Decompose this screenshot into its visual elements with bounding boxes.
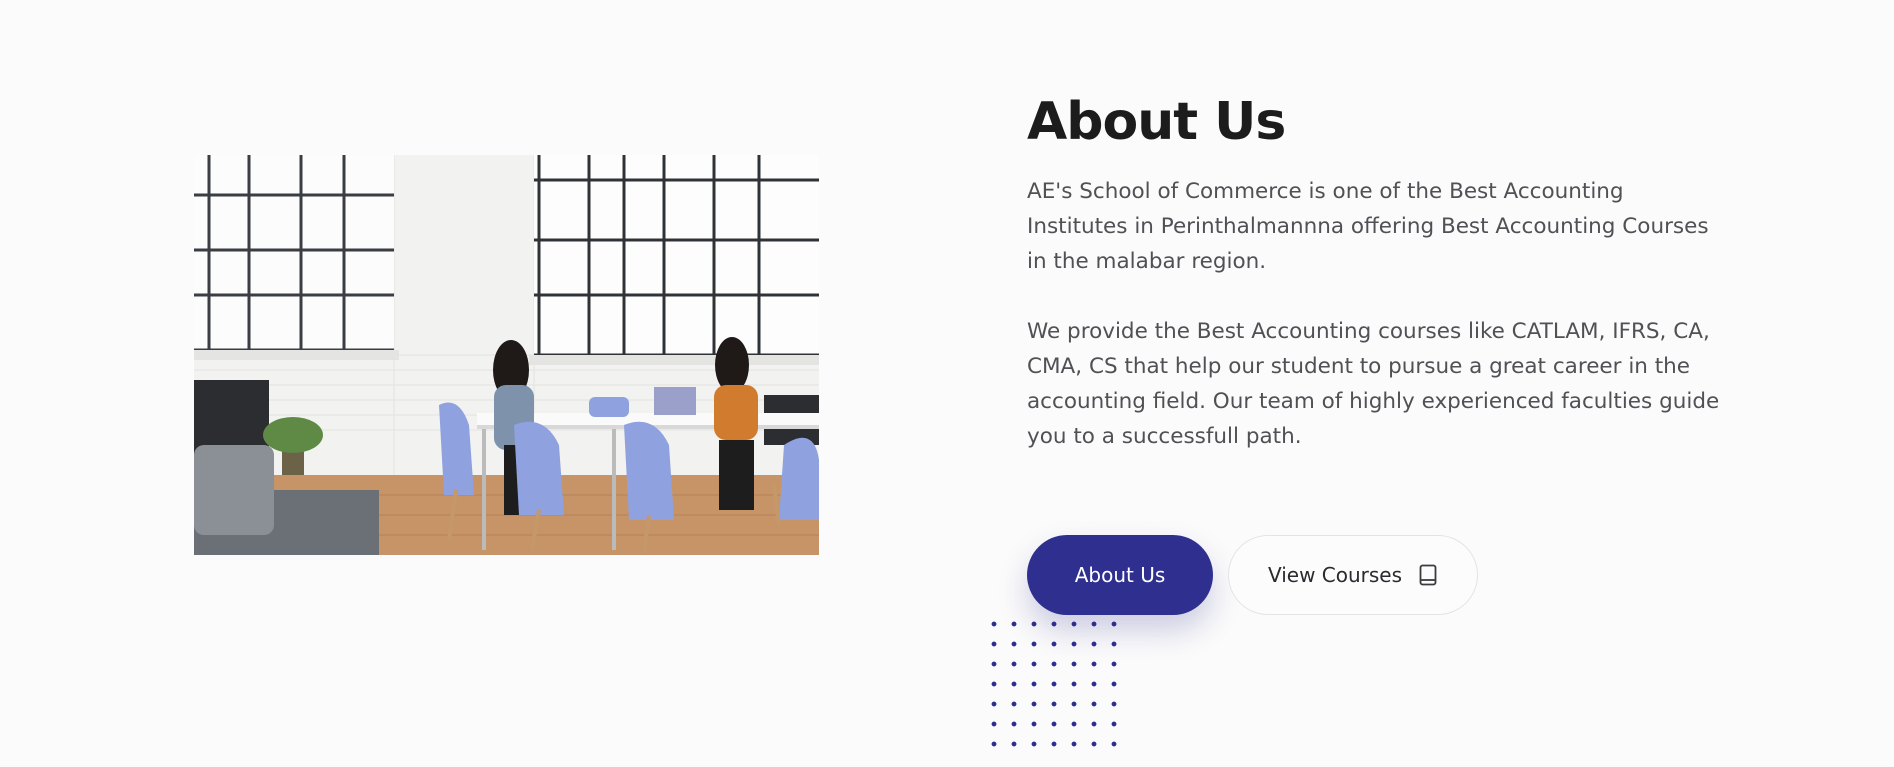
- view-courses-button[interactable]: View Courses: [1228, 535, 1478, 615]
- classroom-photo: [194, 155, 819, 555]
- about-paragraph-1: AE's School of Commerce is one of the Be…: [1027, 179, 1709, 274]
- about-image-block: [194, 155, 1120, 750]
- about-content: About Us AE's School of Commerce is one …: [1027, 88, 1727, 454]
- view-courses-button-label: View Courses: [1267, 563, 1403, 587]
- about-us-button[interactable]: About Us: [1027, 535, 1213, 615]
- about-section: About Us AE's School of Commerce is one …: [0, 0, 1894, 767]
- page-title: About Us: [1027, 92, 1286, 152]
- book-icon: [1418, 564, 1438, 586]
- about-actions: About Us View Courses: [1027, 535, 1478, 615]
- dot-pattern-decoration: [984, 614, 1120, 750]
- about-us-button-label: About Us: [1074, 563, 1166, 587]
- about-paragraph-2: We provide the Best Accounting courses l…: [1027, 319, 1720, 449]
